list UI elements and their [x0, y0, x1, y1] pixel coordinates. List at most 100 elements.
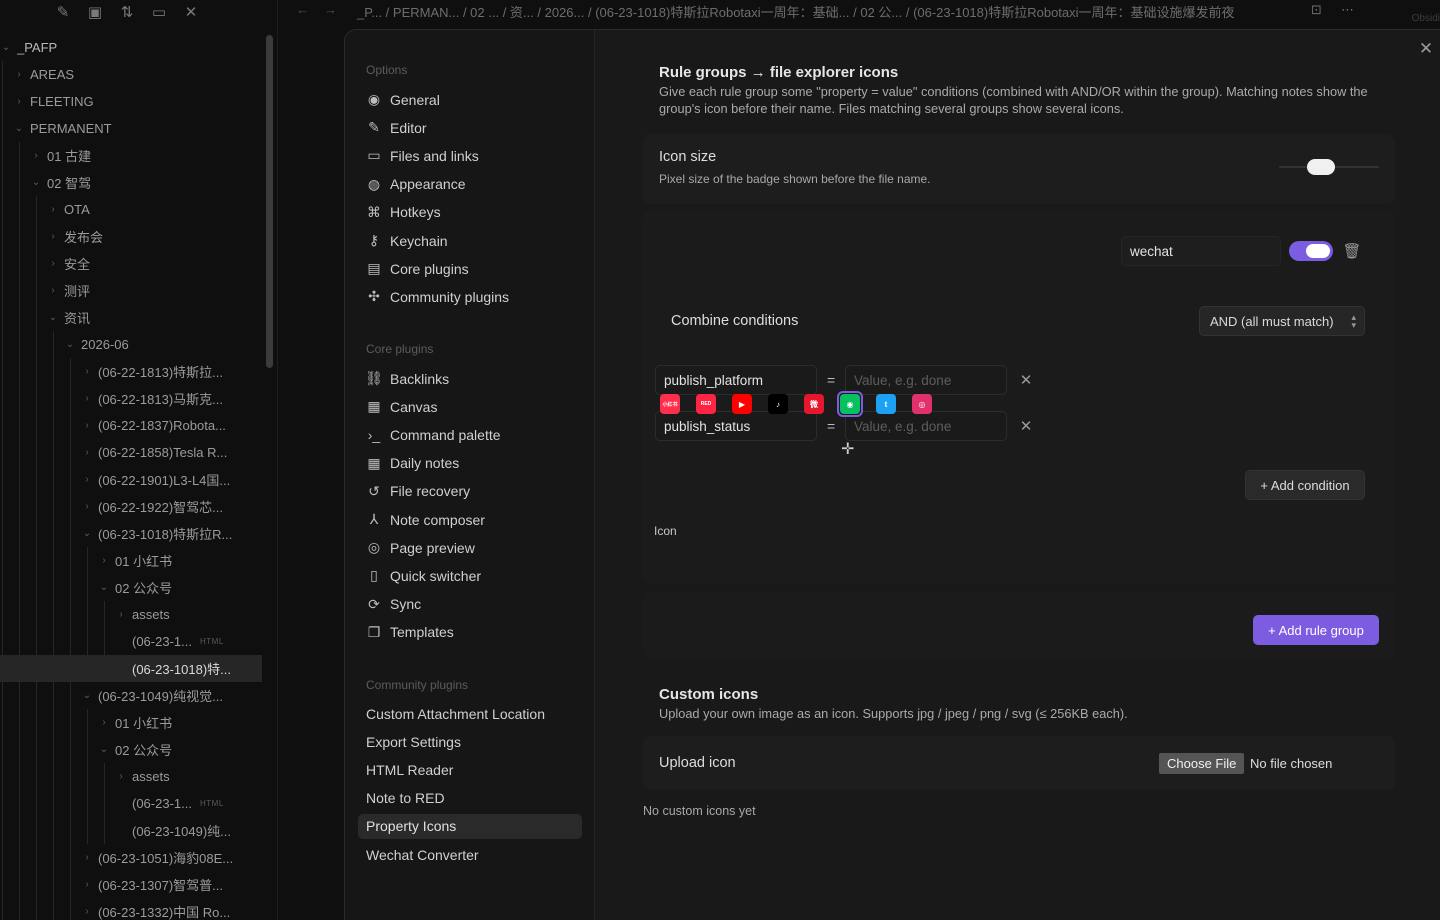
- file-item[interactable]: (06-23-1... HTML: [0, 790, 262, 817]
- folder-item[interactable]: › (06-23-1307)智驾普...: [0, 871, 262, 898]
- remove-condition-icon[interactable]: ✕: [1017, 417, 1035, 435]
- folder-item[interactable]: ⌄ 02 公众号: [0, 736, 262, 763]
- upload-icon-label: Upload icon: [659, 755, 736, 771]
- group-enabled-toggle[interactable]: [1289, 241, 1333, 261]
- folder-item[interactable]: › (06-22-1837)Robota...: [0, 412, 262, 439]
- settings-nav-item[interactable]: Custom Attachment Location: [358, 701, 582, 726]
- delete-group-icon[interactable]: 🗑: [1342, 242, 1361, 260]
- settings-nav-item[interactable]: ⚷ Keychain: [358, 228, 582, 253]
- folder-item[interactable]: ⌄ 2026-06: [0, 331, 262, 358]
- settings-nav-item[interactable]: ◍ Appearance: [358, 172, 582, 197]
- settings-nav-item[interactable]: ⛓ Backlinks: [358, 366, 582, 391]
- breadcrumb[interactable]: _P... / PERMAN... / 02 ... / 资... / 2026…: [357, 2, 1235, 21]
- settings-nav-item[interactable]: ▦ Canvas: [358, 394, 582, 419]
- pane-divider[interactable]: [277, 0, 278, 920]
- combine-conditions-label: Combine conditions: [671, 313, 799, 329]
- settings-nav-item[interactable]: ▯ Quick switcher: [358, 563, 582, 588]
- edit-icon[interactable]: ✎: [54, 3, 72, 21]
- icon-option[interactable]: 微: [801, 391, 827, 417]
- add-condition-button[interactable]: + Add condition: [1245, 470, 1365, 500]
- icon-option[interactable]: 小红书: [657, 391, 683, 417]
- add-rule-group-button[interactable]: + Add rule group: [1253, 615, 1379, 645]
- folder-item[interactable]: › (06-22-1922)智驾芯...: [0, 493, 262, 520]
- icon-option[interactable]: ▶: [729, 391, 755, 417]
- icon-glyph: ♪: [776, 399, 780, 409]
- forward-arrow-icon[interactable]: →: [324, 2, 337, 17]
- settings-nav-item[interactable]: Note to RED: [358, 786, 582, 811]
- settings-nav-item[interactable]: ❐ Templates: [358, 620, 582, 645]
- settings-nav-item[interactable]: ⅄ Note composer: [358, 507, 582, 532]
- group-name-input[interactable]: wechat: [1121, 236, 1281, 266]
- mouse-cursor-icon: ✛: [841, 441, 855, 458]
- folder-item[interactable]: › FLEETING: [0, 88, 262, 115]
- new-folder-icon[interactable]: ▣: [86, 3, 104, 21]
- folder-item[interactable]: › (06-23-1051)海豹08E...: [0, 844, 262, 871]
- combine-mode-select[interactable]: AND (all must match) ▴ ▾: [1199, 306, 1365, 336]
- folder-item[interactable]: › (06-22-1858)Tesla R...: [0, 439, 262, 466]
- icon-option[interactable]: t: [873, 391, 899, 417]
- close-icon[interactable]: ✕: [182, 3, 200, 21]
- folder-item[interactable]: › 01 小红书: [0, 547, 262, 574]
- remove-condition-icon[interactable]: ✕: [1017, 371, 1035, 389]
- settings-nav-item[interactable]: ↺ File recovery: [358, 479, 582, 504]
- settings-nav-label: HTML Reader: [366, 761, 454, 778]
- folder-item[interactable]: › (06-23-1332)中国 Ro...: [0, 898, 262, 920]
- file-item[interactable]: (06-23-1... HTML: [0, 628, 262, 655]
- folder-item[interactable]: ⌄ (06-23-1049)纯视觉...: [0, 682, 262, 709]
- indent-guide: [2, 61, 3, 920]
- settings-nav-item[interactable]: ✎ Editor: [358, 115, 582, 140]
- folder-item[interactable]: › 发布会: [0, 223, 262, 250]
- settings-nav-item[interactable]: ◉ General: [358, 87, 582, 112]
- settings-nav-item[interactable]: ▦ Daily notes: [358, 451, 582, 476]
- file-item[interactable]: (06-23-1049)纯...: [0, 817, 262, 844]
- folder-item[interactable]: › assets: [0, 763, 262, 790]
- settings-nav-item[interactable]: Export Settings: [358, 729, 582, 754]
- settings-nav-item[interactable]: ›_ Command palette: [358, 422, 582, 447]
- folder-item[interactable]: ⌄ PERMANENT: [0, 115, 262, 142]
- reading-view-icon[interactable]: ⊡: [1311, 2, 1322, 18]
- folder-item[interactable]: ⌄ 02 智驾: [0, 169, 262, 196]
- condition-operator: =: [827, 372, 836, 388]
- folder-item[interactable]: › 安全: [0, 250, 262, 277]
- settings-nav-item[interactable]: ▤ Core plugins: [358, 256, 582, 281]
- settings-nav-item[interactable]: ✣ Community plugins: [358, 284, 582, 309]
- folder-item[interactable]: › AREAS: [0, 61, 262, 88]
- settings-nav-item[interactable]: Wechat Converter: [358, 842, 582, 867]
- chevron-right-icon: ›: [119, 771, 123, 782]
- choose-file-button[interactable]: Choose File: [1159, 753, 1245, 774]
- icon-size-slider-thumb[interactable]: [1307, 159, 1335, 175]
- folder-item[interactable]: ⌄ 02 公众号: [0, 574, 262, 601]
- icon-option[interactable]: ◎: [909, 391, 935, 417]
- icon-option[interactable]: ◉: [837, 391, 863, 417]
- folder-item[interactable]: › (06-22-1901)L3-L4国...: [0, 466, 262, 493]
- settings-nav-item[interactable]: ⟳ Sync: [358, 592, 582, 617]
- folder-item[interactable]: › assets: [0, 601, 262, 628]
- sort-icon[interactable]: ⇅: [118, 3, 136, 21]
- explorer-scrollbar[interactable]: [266, 35, 273, 368]
- settings-nav-item[interactable]: Property Icons: [358, 813, 582, 839]
- folder-item[interactable]: ⌄ (06-23-1018)特斯拉R...: [0, 520, 262, 547]
- settings-nav-item[interactable]: ⌘ Hotkeys: [358, 200, 582, 225]
- icon-option[interactable]: ♪: [765, 391, 791, 417]
- folder-item[interactable]: ⌄ _PAFP: [0, 34, 262, 61]
- collapse-icon[interactable]: ▭: [150, 3, 168, 21]
- back-arrow-icon[interactable]: ←: [296, 2, 309, 17]
- settings-nav-item[interactable]: ▭ Files and links: [358, 143, 582, 168]
- tiktok-icon: ♪: [768, 394, 788, 414]
- file-item[interactable]: (06-23-1018)特...: [0, 655, 262, 682]
- folder-item[interactable]: ⌄ 资讯: [0, 304, 262, 331]
- tree-item-label: (06-23-1...: [132, 634, 192, 649]
- more-options-icon[interactable]: ⋯: [1341, 2, 1354, 18]
- folder-item[interactable]: › 01 小红书: [0, 709, 262, 736]
- settings-nav-item[interactable]: ◎ Page preview: [358, 535, 582, 560]
- file-extension-badge: HTML: [199, 799, 224, 808]
- folder-item[interactable]: › OTA: [0, 196, 262, 223]
- folder-item[interactable]: › (06-22-1813)马斯克...: [0, 385, 262, 412]
- settings-nav-label: Sync: [390, 596, 422, 613]
- icon-option[interactable]: RED: [693, 391, 719, 417]
- tree-item-label: 01 古建: [47, 149, 92, 164]
- settings-nav-item[interactable]: HTML Reader: [358, 757, 582, 782]
- folder-item[interactable]: › 测评: [0, 277, 262, 304]
- folder-item[interactable]: › 01 古建: [0, 142, 262, 169]
- folder-item[interactable]: › (06-22-1813)特斯拉...: [0, 358, 262, 385]
